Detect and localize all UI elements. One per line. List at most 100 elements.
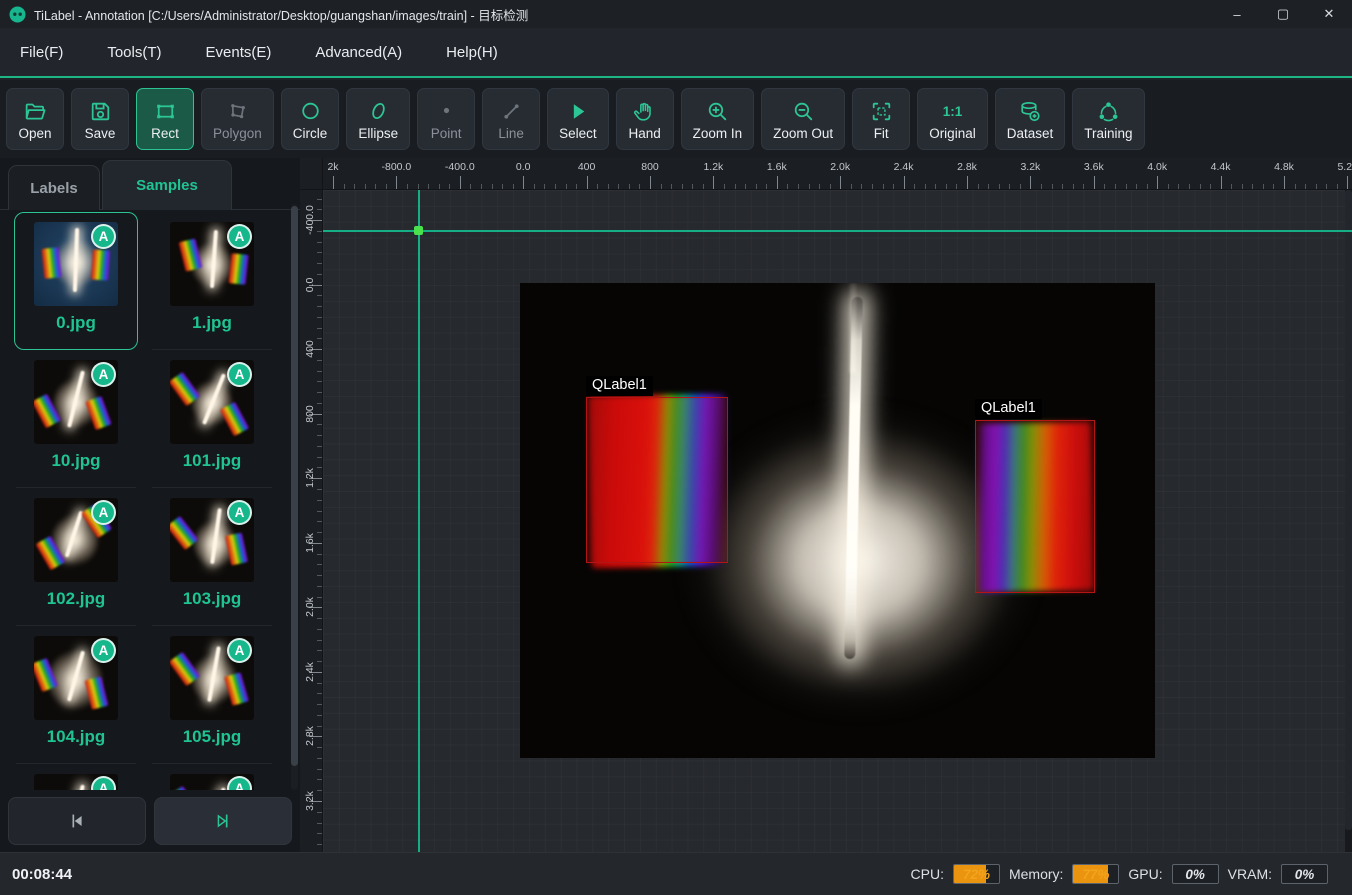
ruler-v-label: 800 (304, 404, 316, 423)
ruler-v-label: 2.0k (304, 597, 316, 618)
toolbar-button-label: Zoom Out (773, 125, 834, 141)
tab-samples[interactable]: Samples (102, 160, 232, 210)
sample-thumbnail: A (170, 636, 254, 720)
ruler-h-label: 4.0k (1147, 161, 1168, 173)
vertical-ruler: -400.0 0.0 400 800 1.2k 1.6k 2.0k 2.4k 2.8k 3.2k (300, 190, 323, 852)
ruler-h-label: 2.8k (957, 161, 977, 173)
meter-vram-: 0% (1281, 864, 1328, 884)
toolbar-button-dataset[interactable]: Dataset (994, 88, 1066, 150)
sample-list-scrollbar[interactable] (291, 204, 298, 790)
sample-list: A 0.jpg A 1.jpg A 10.jpg A 101.jpg A 102.jpg A 103.… (0, 210, 286, 852)
save-icon (88, 98, 113, 125)
sample-thumbnail: A (34, 636, 118, 720)
maximize-button[interactable]: ▢ (1260, 0, 1306, 28)
toolbar-button-hand[interactable]: Hand (615, 88, 674, 150)
sample-name: 10.jpg (51, 451, 101, 470)
resource-meters: CPU: 72% Memory: 77% GPU: 0% VRAM: 0% (911, 864, 1328, 884)
next-sample-button[interactable] (154, 797, 292, 845)
toolbar-button-point[interactable]: Point (417, 88, 476, 150)
meter-label-cpu-: CPU: (910, 866, 944, 882)
sample-item-102.jpg[interactable]: A 102.jpg (14, 488, 138, 626)
toolbar-button-label: Training (1084, 125, 1133, 141)
prev-frame-icon (72, 814, 82, 828)
toolbar-button-label: Open (18, 125, 52, 141)
tab-labels[interactable]: Labels (8, 165, 100, 210)
meter-label-vram-: VRAM: (1227, 866, 1272, 882)
ruler-h-label: 3.6k (1083, 161, 1104, 173)
annotated-badge: A (91, 638, 116, 663)
dataset-icon (1017, 98, 1042, 125)
ruler-h-label: 400 (577, 161, 596, 173)
ellipse-icon (366, 98, 391, 125)
sample-item-101.jpg[interactable]: A 101.jpg (150, 350, 274, 488)
toolbar-button-label: Point (430, 125, 462, 141)
toolbar-button-select[interactable]: Select (547, 88, 609, 150)
image-viewport[interactable]: QLabel1 QLabel1 (520, 283, 1155, 758)
toolbar-button-circle[interactable]: Circle (280, 88, 340, 150)
statusbar: 00:08:44 CPU: 72% Memory: 77% GPU: 0% VRAM: 0% (0, 852, 1352, 895)
menu-help-h-[interactable]: Help(H) (446, 44, 498, 61)
toolbar-button-label: Ellipse (358, 125, 399, 141)
menu-advanced-a-[interactable]: Advanced(A) (315, 44, 402, 61)
annotation-bbox[interactable] (975, 420, 1095, 593)
toolbar-button-open[interactable]: Open (6, 88, 64, 150)
crosshair-vertical-line (418, 190, 420, 852)
ruler-h-label: 1.2k (703, 161, 724, 173)
meter-cpu-: 72% (952, 864, 1000, 884)
folder-icon (23, 98, 48, 125)
crosshair-horizontal-line (323, 230, 1352, 232)
close-button[interactable]: ✕ (1306, 0, 1352, 28)
minimize-button[interactable]: – (1214, 0, 1260, 28)
toolbar-button-training[interactable]: Training (1072, 88, 1145, 150)
annotated-badge: A (91, 500, 116, 525)
app-window: TiLabel - Annotation [C:/Users/Administr… (0, 0, 1352, 895)
training-icon (1096, 98, 1121, 125)
toolbar-button-fit[interactable]: Fit (852, 88, 911, 150)
sample-item-1.jpg[interactable]: A 1.jpg (150, 212, 274, 350)
sample-thumbnail: A (34, 222, 118, 306)
previous-sample-button[interactable] (8, 797, 146, 845)
toolbar-button-label: Fit (873, 125, 889, 141)
ruler-h-label: -400.0 (444, 161, 475, 173)
ruler-h-label: 2.4k (893, 161, 914, 173)
ruler-v-label: 0.0 (304, 277, 316, 292)
ruler-v-label: 3.2k (304, 790, 316, 811)
toolbar-button-zoom-out[interactable]: Zoom Out (761, 88, 846, 150)
sample-item-0.jpg[interactable]: A 0.jpg (14, 212, 138, 350)
toolbar-button-rect[interactable]: Rect (136, 88, 194, 150)
sample-item-10.jpg[interactable]: A 10.jpg (14, 350, 138, 488)
toolbar-button-ellipse[interactable]: Ellipse (346, 88, 411, 150)
fit-icon (869, 98, 894, 125)
sample-navigation (0, 790, 300, 852)
toolbar-button-label: Save (84, 125, 116, 141)
annotated-badge: A (227, 500, 252, 525)
toolbar-button-save[interactable]: Save (71, 88, 129, 150)
app-logo-icon (9, 6, 26, 22)
annotated-badge: A (227, 362, 252, 387)
ruler-h-label: 2k (327, 161, 339, 173)
toolbar-button-line[interactable]: Line (482, 88, 541, 150)
sample-thumbnail: A (170, 498, 254, 582)
ruler-h-label: 4.8k (1274, 161, 1294, 173)
toolbar-button-label: Zoom In (692, 125, 743, 141)
canvas-scrollbar[interactable] (1345, 190, 1352, 852)
annotation-label: QLabel1 (586, 376, 653, 396)
sample-thumbnail: A (170, 360, 254, 444)
annotation-bbox[interactable] (586, 397, 728, 563)
sample-item-103.jpg[interactable]: A 103.jpg (150, 488, 274, 626)
sample-item-105.jpg[interactable]: A 105.jpg (150, 626, 274, 764)
menu-events-e-[interactable]: Events(E) (206, 44, 272, 61)
menu-file-f-[interactable]: File(F) (20, 44, 63, 61)
toolbar-button-original[interactable]: 1:1 Original (917, 88, 988, 150)
toolbar-button-polygon[interactable]: Polygon (201, 88, 274, 150)
menu-tools-t-[interactable]: Tools(T) (107, 44, 161, 61)
sample-item-104.jpg[interactable]: A 104.jpg (14, 626, 138, 764)
titlebar[interactable]: TiLabel - Annotation [C:/Users/Administr… (0, 0, 1352, 28)
sidebar: Labels Samples A 0.jpg A 1.jpg A 10.jpg A 101.j… (0, 158, 300, 852)
crosshair-origin-dot (414, 226, 423, 235)
svg-text:1:1: 1:1 (943, 104, 963, 119)
toolbar-button-zoom-in[interactable]: Zoom In (680, 88, 755, 150)
ruler-h-label: -800.0 (381, 161, 412, 173)
toolbar-button-label: Dataset (1006, 125, 1054, 141)
ruler-v-label: 2.4k (304, 661, 316, 682)
